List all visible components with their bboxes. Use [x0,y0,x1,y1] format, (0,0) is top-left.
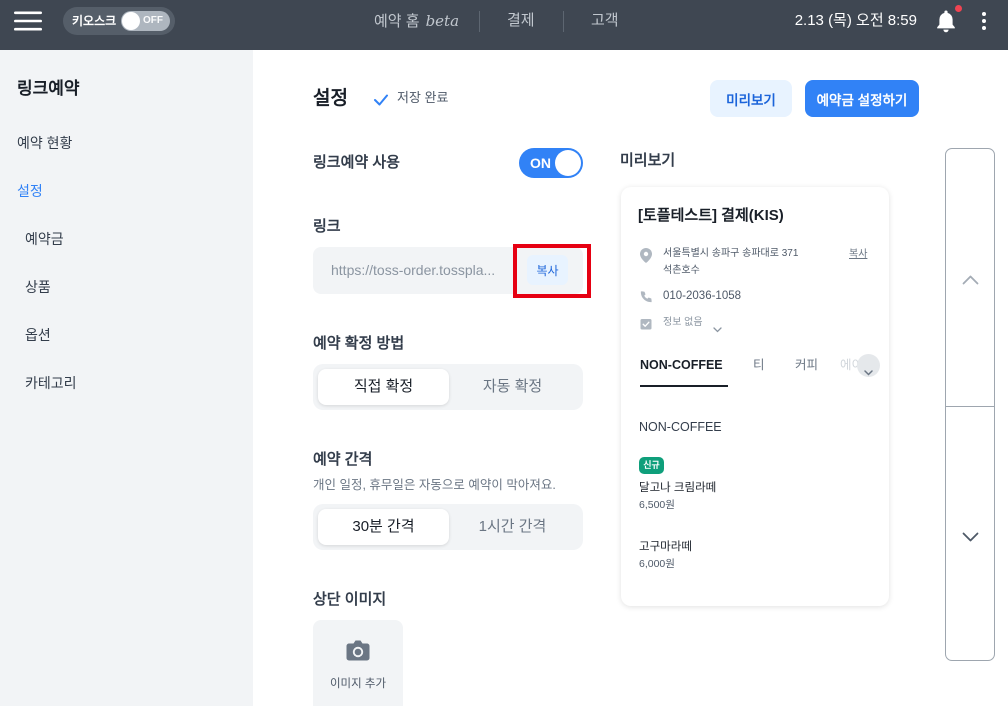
scroll-down-button[interactable] [946,407,994,660]
tab-coffee[interactable]: 커피 [795,356,818,374]
page-title: 설정 [313,88,348,109]
switch-knob [122,12,140,30]
nav-reservation-home[interactable]: 예약 홈 beta [374,10,459,32]
kiosk-label: 키오스크 [72,14,117,28]
product-name: 달고나 크림라떼 [639,482,717,494]
save-status: 저장 완료 [397,90,449,105]
deposit-settings-button[interactable]: 예약금 설정하기 [805,80,919,117]
sidebar-title: 링크예약 [17,79,80,98]
sidebar-item-products[interactable]: 상품 [25,277,51,297]
link-booking-toggle[interactable]: ON [519,148,583,178]
location-pin-icon [640,248,652,263]
chevron-down-icon [713,320,722,333]
menu-section-title: NON-COFFEE [639,420,722,434]
sidebar-item-deposit[interactable]: 예약금 [25,229,64,249]
store-name: [토플테스트] 결제(KIS) [638,207,784,224]
confirm-method-label: 예약 확정 방법 [313,335,405,352]
beta-badge: beta [425,12,460,30]
store-address-line2: 석촌호수 [663,265,700,276]
active-tab-indicator [640,385,728,387]
interval-segment: 30분 간격 1시간 간격 [313,504,583,550]
current-datetime: 2.13 (목) 오전 8:59 [794,12,917,29]
toggle-state: ON [530,155,551,171]
new-badge: 신규 [639,457,664,474]
link-url-text: https://toss-order.tosspla... [331,262,496,278]
confirm-auto-option[interactable]: 자동 확정 [447,369,578,405]
link-label: 링크 [313,218,341,235]
store-address-line1: 서울특별시 송파구 송파대로 371 [663,248,799,259]
phone-icon [640,290,652,303]
kebab-menu-icon[interactable] [980,11,988,31]
sidebar: 링크예약 예약 현황 설정 예약금 상품 옵션 카테고리 [0,50,253,706]
interval-30min-option[interactable]: 30분 간격 [318,509,449,545]
top-bar: 키오스크 OFF 예약 홈 beta 결제 고객 2.13 (목) 오전 8:59 [0,0,1008,50]
chevron-down-icon [962,530,979,541]
kiosk-switch-state: OFF [143,15,163,26]
nav-divider [563,11,564,32]
address-copy-link[interactable]: 복사 [849,247,867,263]
interval-label: 예약 간격 [313,451,373,468]
confirm-method-segment: 직접 확정 자동 확정 [313,364,583,410]
nav-divider [479,11,480,32]
sidebar-item-reservation-status[interactable]: 예약 현황 [17,133,72,153]
tab-tea[interactable]: 티 [753,356,765,374]
nav-customer[interactable]: 고객 [591,10,619,32]
toggle-knob [555,150,581,176]
sidebar-item-categories[interactable]: 카테고리 [25,373,77,393]
camera-icon [345,640,371,662]
link-booking-label: 링크예약 사용 [313,154,400,171]
bell-icon[interactable] [935,9,957,33]
chevron-up-icon [962,273,979,284]
preview-card: [토플테스트] 결제(KIS) 서울특별시 송파구 송파대로 371 석촌호수 … [621,187,889,606]
image-add-label: 이미지 추가 [329,678,387,690]
tab-more-button[interactable] [857,354,880,377]
preview-button[interactable]: 미리보기 [710,80,792,117]
interval-description: 개인 일정, 휴무일은 자동으로 예약이 막아져요. [313,478,556,492]
chevron-down-icon [864,363,873,376]
store-phone: 010-2036-1058 [663,290,742,302]
tab-non-coffee[interactable]: NON-COFFEE [640,356,723,374]
scroll-up-button[interactable] [946,149,994,406]
preview-scroll-panel [945,148,995,661]
preview-label: 미리보기 [620,152,676,169]
highlight-box [513,244,591,298]
app-window: 키오스크 OFF 예약 홈 beta 결제 고객 2.13 (목) 오전 8:59… [0,0,1008,706]
kiosk-switch[interactable]: OFF [121,11,170,31]
product-price: 6,000원 [639,558,675,570]
product-price: 6,500원 [639,499,675,511]
notification-dot [955,5,962,12]
nav-payment[interactable]: 결제 [507,10,535,32]
confirm-manual-option[interactable]: 직접 확정 [318,369,449,405]
sidebar-item-settings[interactable]: 설정 [17,181,43,201]
calendar-check-icon [640,317,652,330]
sidebar-item-options[interactable]: 옵션 [25,325,51,345]
check-icon [373,93,389,107]
kiosk-mode-toggle[interactable]: 키오스크 OFF [63,7,175,35]
interval-1hour-option[interactable]: 1시간 간격 [447,509,578,545]
menu-icon[interactable] [14,11,42,31]
image-add-button[interactable]: 이미지 추가 [313,620,403,706]
top-image-label: 상단 이미지 [313,591,387,608]
nav-label: 예약 홈 [374,13,420,30]
product-name: 고구마라떼 [639,541,692,553]
store-info[interactable]: 정보 없음 [663,315,703,331]
